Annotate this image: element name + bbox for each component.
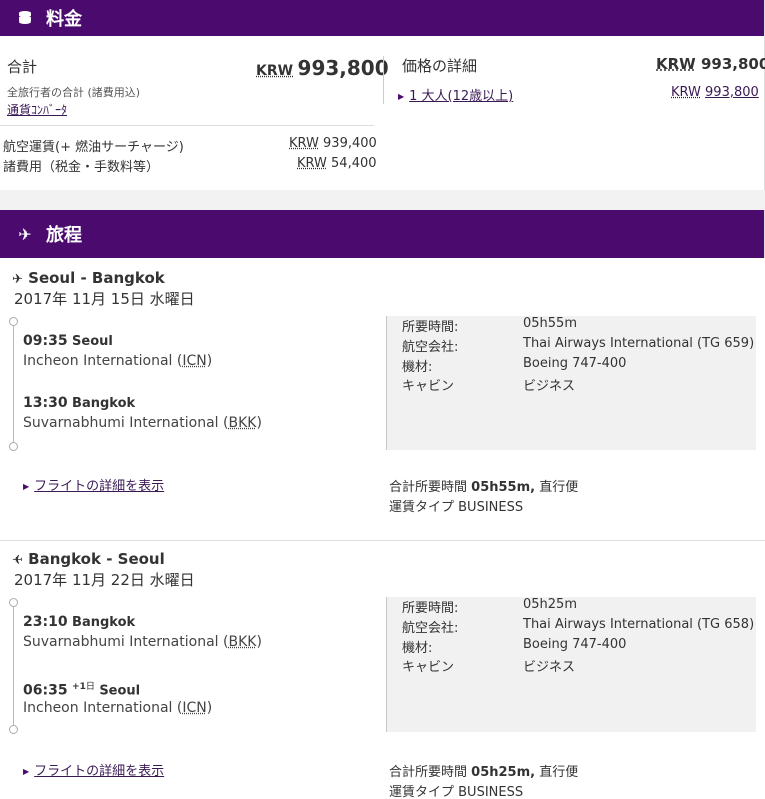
timeline-line <box>13 607 14 725</box>
flight-info-box: 所要時間: 05h25m 航空会社: Thai Airways Internat… <box>386 597 756 732</box>
flight-outbound: ✈ Seoul - Bangkok 2017年 11月 15日 水曜日 09:3… <box>0 258 765 540</box>
base-fare-value: KRW 939,400 <box>289 136 377 151</box>
flight-route: ✈ Bangkok - Seoul <box>12 550 165 568</box>
flight-date: 2017年 11月 15日 水曜日 <box>14 290 195 308</box>
airplane-icon: ✈ <box>18 224 32 244</box>
timeline-start-dot <box>9 598 18 607</box>
plane-return-icon: ✈ <box>12 553 23 568</box>
taxes-amount: 54,400 <box>331 156 377 171</box>
base-fare-currency: KRW <box>289 136 319 151</box>
total-amount: 993,800 <box>297 56 389 80</box>
expand-triangle-icon: ▶ <box>23 482 30 491</box>
aircraft-value: Boeing 747-400 <box>523 356 627 371</box>
show-flight-details[interactable]: ▶ フライトの詳細を表示 <box>23 475 164 494</box>
timeline-start-dot <box>9 317 18 326</box>
total-price: KRW 993,800 <box>256 56 389 80</box>
duration-value: 05h25m <box>523 597 577 612</box>
departure-airport: Incheon International (ICN) <box>23 353 213 369</box>
aircraft-label: 機材: <box>402 360 433 375</box>
flight-info-box: 所要時間: 05h55m 航空会社: Thai Airways Internat… <box>386 316 756 450</box>
total-label: 合計 <box>7 58 38 76</box>
taxes-label: 諸費用（税金・手数料等） <box>3 160 160 175</box>
cabin-label: キャビン <box>402 660 455 675</box>
price-details-total: KRW 993,800 <box>656 55 765 73</box>
duration-value: 05h55m <box>523 316 577 331</box>
arrival-time-city: 06:35 +1日 Seoul <box>23 682 141 699</box>
itinerary-title: 旅程 <box>46 225 82 246</box>
pax-currency: KRW <box>671 85 701 100</box>
airline-value: Thai Airways International (TG 658) <box>523 617 755 632</box>
timeline-end-dot <box>9 725 18 734</box>
aircraft-value: Boeing 747-400 <box>523 637 627 652</box>
fare-type: 運賃タイプ BUSINESS <box>389 785 524 799</box>
details-currency: KRW <box>656 55 696 73</box>
plane-outbound-icon: ✈ <box>12 272 23 287</box>
coins-icon <box>14 10 36 26</box>
day-offset-unit: 日 <box>85 682 95 692</box>
total-duration-line: 合計所要時間 05h25m, 直行便 <box>389 765 579 780</box>
arrival-airport: Suvarnabhumi International (BKK) <box>23 415 262 431</box>
fare-type: 運賃タイプ BUSINESS <box>389 500 524 515</box>
total-note: 全旅行者の合計 (諸費用込) <box>7 86 141 99</box>
departure-airport: Suvarnabhumi International (BKK) <box>23 634 262 650</box>
cabin-label: キャビン <box>402 379 455 394</box>
day-offset: +1 <box>72 682 86 692</box>
airline-value: Thai Airways International (TG 659) <box>523 336 755 351</box>
airline-label: 航空会社: <box>402 340 459 355</box>
show-flight-details[interactable]: ▶ フライトの詳細を表示 <box>23 760 164 779</box>
base-fare-amount: 939,400 <box>323 136 377 151</box>
airline-label: 航空会社: <box>402 621 459 636</box>
flight-date: 2017年 11月 22日 水曜日 <box>14 571 195 589</box>
flight-return: ✈ Bangkok - Seoul 2017年 11月 22日 水曜日 23:1… <box>0 541 765 799</box>
arrival-airport: Incheon International (ICN) <box>23 700 213 716</box>
timeline-line <box>13 326 14 442</box>
aircraft-label: 機材: <box>402 641 433 656</box>
flight-route: ✈ Seoul - Bangkok <box>12 269 165 287</box>
details-amount: 993,800 <box>700 55 765 73</box>
total-duration-line: 合計所要時間 05h55m, 直行便 <box>389 480 579 495</box>
taxes-value: KRW 54,400 <box>297 156 377 171</box>
base-fare-label: 航空運賃(+ 燃油サーチャージ) <box>3 140 184 155</box>
duration-label: 所要時間: <box>402 601 459 616</box>
departure-time-city: 23:10 Bangkok <box>23 614 136 630</box>
currency-converter-link[interactable]: 通貨ｺﾝﾊﾞｰﾀ <box>7 101 67 118</box>
pax-amount: 993,800 <box>705 85 759 100</box>
itinerary-header: ✈ 旅程 <box>0 210 764 258</box>
duration-label: 所要時間: <box>402 320 459 335</box>
passenger-price: KRW 993,800 <box>671 85 759 100</box>
cabin-value: ビジネス <box>523 379 576 394</box>
timeline-end-dot <box>9 442 18 451</box>
total-currency: KRW <box>256 63 294 79</box>
arrival-time-city: 13:30 Bangkok <box>23 395 136 411</box>
fare-title: 料金 <box>46 9 82 30</box>
fare-header: 料金 <box>0 0 764 36</box>
passenger-row[interactable]: ▶ 1 大人(12歳以上) <box>398 85 513 104</box>
fare-panel: 料金 合計 KRW 993,800 全旅行者の合計 (諸費用込) 通貨ｺﾝﾊﾞｰ… <box>0 0 765 190</box>
taxes-currency: KRW <box>297 156 327 171</box>
fare-column-divider <box>383 56 384 104</box>
fare-divider <box>0 125 374 126</box>
departure-time-city: 09:35 Seoul <box>23 333 113 349</box>
cabin-value: ビジネス <box>523 660 576 675</box>
passenger-type-link[interactable]: 1 大人(12歳以上) <box>409 89 513 104</box>
price-details-label: 価格の詳細 <box>402 57 478 75</box>
expand-triangle-icon: ▶ <box>398 92 405 101</box>
expand-triangle-icon: ▶ <box>23 767 30 776</box>
